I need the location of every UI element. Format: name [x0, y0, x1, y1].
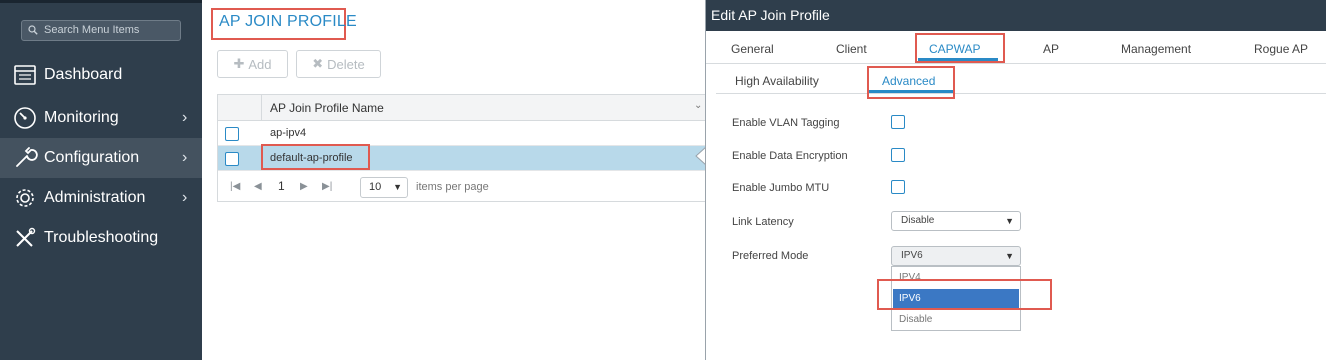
sidebar-item-monitoring[interactable]: Monitoring ›: [0, 98, 202, 138]
monitoring-gauge-icon: [14, 107, 36, 129]
per-page-value: 10: [369, 181, 382, 193]
sidebar-item-label: Configuration: [44, 149, 140, 166]
sidebar-item-administration[interactable]: Administration ›: [0, 178, 202, 218]
delete-x-icon: ✖: [312, 56, 324, 71]
sidebar: Search Menu Items Dashboard Monitoring ›: [0, 0, 202, 360]
current-page: 1: [278, 179, 285, 193]
chevron-right-icon: ›: [182, 109, 188, 126]
data-encryption-checkbox[interactable]: [891, 148, 905, 162]
wrench-icon: [16, 147, 38, 167]
search-placeholder: Search Menu Items: [44, 24, 140, 36]
next-page-icon[interactable]: ▶: [300, 181, 308, 192]
prev-page-icon[interactable]: ◀: [254, 181, 262, 192]
link-latency-value: Disable: [901, 215, 935, 226]
tab-management[interactable]: Management: [1121, 42, 1191, 56]
data-encryption-label: Enable Data Encryption: [732, 150, 848, 162]
subtab-high-availability[interactable]: High Availability: [735, 74, 819, 88]
last-page-icon[interactable]: ▶|: [322, 181, 332, 192]
edit-panel: Edit AP Join Profile General Client CAPW…: [705, 0, 1326, 360]
sidebar-item-label: Monitoring: [44, 109, 119, 126]
column-header-name[interactable]: AP Join Profile Name: [270, 101, 384, 115]
sidebar-item-dashboard[interactable]: Dashboard: [0, 55, 202, 95]
dropdown-arrow-icon: ▼: [1005, 216, 1014, 226]
page-title: AP JOIN PROFILE: [219, 13, 357, 30]
tab-divider: [706, 63, 1326, 64]
first-page-icon[interactable]: |◀: [230, 181, 240, 192]
profile-name-cell[interactable]: ap-ipv4: [270, 127, 306, 139]
pagination: |◀ ◀ 1 ▶ ▶| 10 ▼ items per page: [218, 173, 706, 203]
per-page-label: items per page: [416, 181, 489, 193]
option-highlight-box: [877, 279, 1052, 310]
table-header: AP Join Profile Name ⌄: [218, 95, 706, 121]
tab-rogue-ap[interactable]: Rogue AP: [1254, 42, 1308, 56]
chevron-right-icon: ›: [182, 149, 188, 166]
sidebar-item-troubleshooting[interactable]: Troubleshooting: [0, 218, 202, 258]
jumbo-mtu-checkbox[interactable]: [891, 180, 905, 194]
preferred-mode-select[interactable]: IPV6 ▼: [891, 246, 1021, 266]
sidebar-item-label: Dashboard: [44, 66, 123, 83]
add-label: Add: [248, 56, 272, 72]
profile-list-panel: AP JOIN PROFILE ✚ Add ✖ Delete AP Join P…: [202, 0, 707, 360]
column-divider: [261, 95, 262, 121]
gear-icon: [16, 189, 34, 207]
delete-label: Delete: [327, 56, 365, 72]
sidebar-item-configuration[interactable]: Configuration ›: [0, 138, 202, 178]
tab-general[interactable]: General: [731, 42, 774, 56]
tab-ap[interactable]: AP: [1043, 42, 1059, 56]
dropdown-arrow-icon: ▼: [393, 182, 402, 192]
per-page-select[interactable]: 10 ▼: [360, 177, 408, 198]
vlan-tagging-checkbox[interactable]: [891, 115, 905, 129]
row-checkbox[interactable]: [225, 152, 239, 166]
tab-client[interactable]: Client: [836, 42, 867, 56]
dashboard-icon: [14, 65, 36, 85]
subtab-divider: [716, 93, 1326, 94]
sidebar-item-label: Administration: [44, 189, 146, 206]
dropdown-arrow-icon: ▼: [1005, 251, 1014, 261]
delete-button[interactable]: ✖ Delete: [296, 50, 381, 78]
row-highlight-box: [261, 144, 370, 170]
table-row[interactable]: ap-ipv4: [218, 121, 706, 146]
preferred-mode-label: Preferred Mode: [732, 250, 809, 262]
plus-icon: ✚: [233, 56, 245, 71]
option-disable[interactable]: Disable: [893, 310, 1019, 330]
link-latency-label: Link Latency: [732, 216, 794, 228]
preferred-mode-value: IPV6: [901, 250, 923, 261]
row-checkbox[interactable]: [225, 127, 239, 141]
tab-highlight-box: [915, 33, 1005, 63]
search-input[interactable]: Search Menu Items: [21, 20, 181, 41]
add-button[interactable]: ✚ Add: [217, 50, 288, 78]
jumbo-mtu-label: Enable Jumbo MTU: [732, 182, 830, 194]
edit-panel-title: Edit AP Join Profile: [706, 0, 1326, 31]
tools-icon: [16, 227, 36, 247]
link-latency-select[interactable]: Disable ▼: [891, 211, 1021, 231]
search-icon: [28, 25, 38, 35]
subtab-highlight-box: [867, 66, 955, 99]
vlan-tagging-label: Enable VLAN Tagging: [732, 117, 840, 129]
sidebar-item-label: Troubleshooting: [44, 229, 159, 246]
chevron-right-icon: ›: [182, 189, 188, 206]
sort-chevron-icon[interactable]: ⌄: [694, 100, 702, 111]
